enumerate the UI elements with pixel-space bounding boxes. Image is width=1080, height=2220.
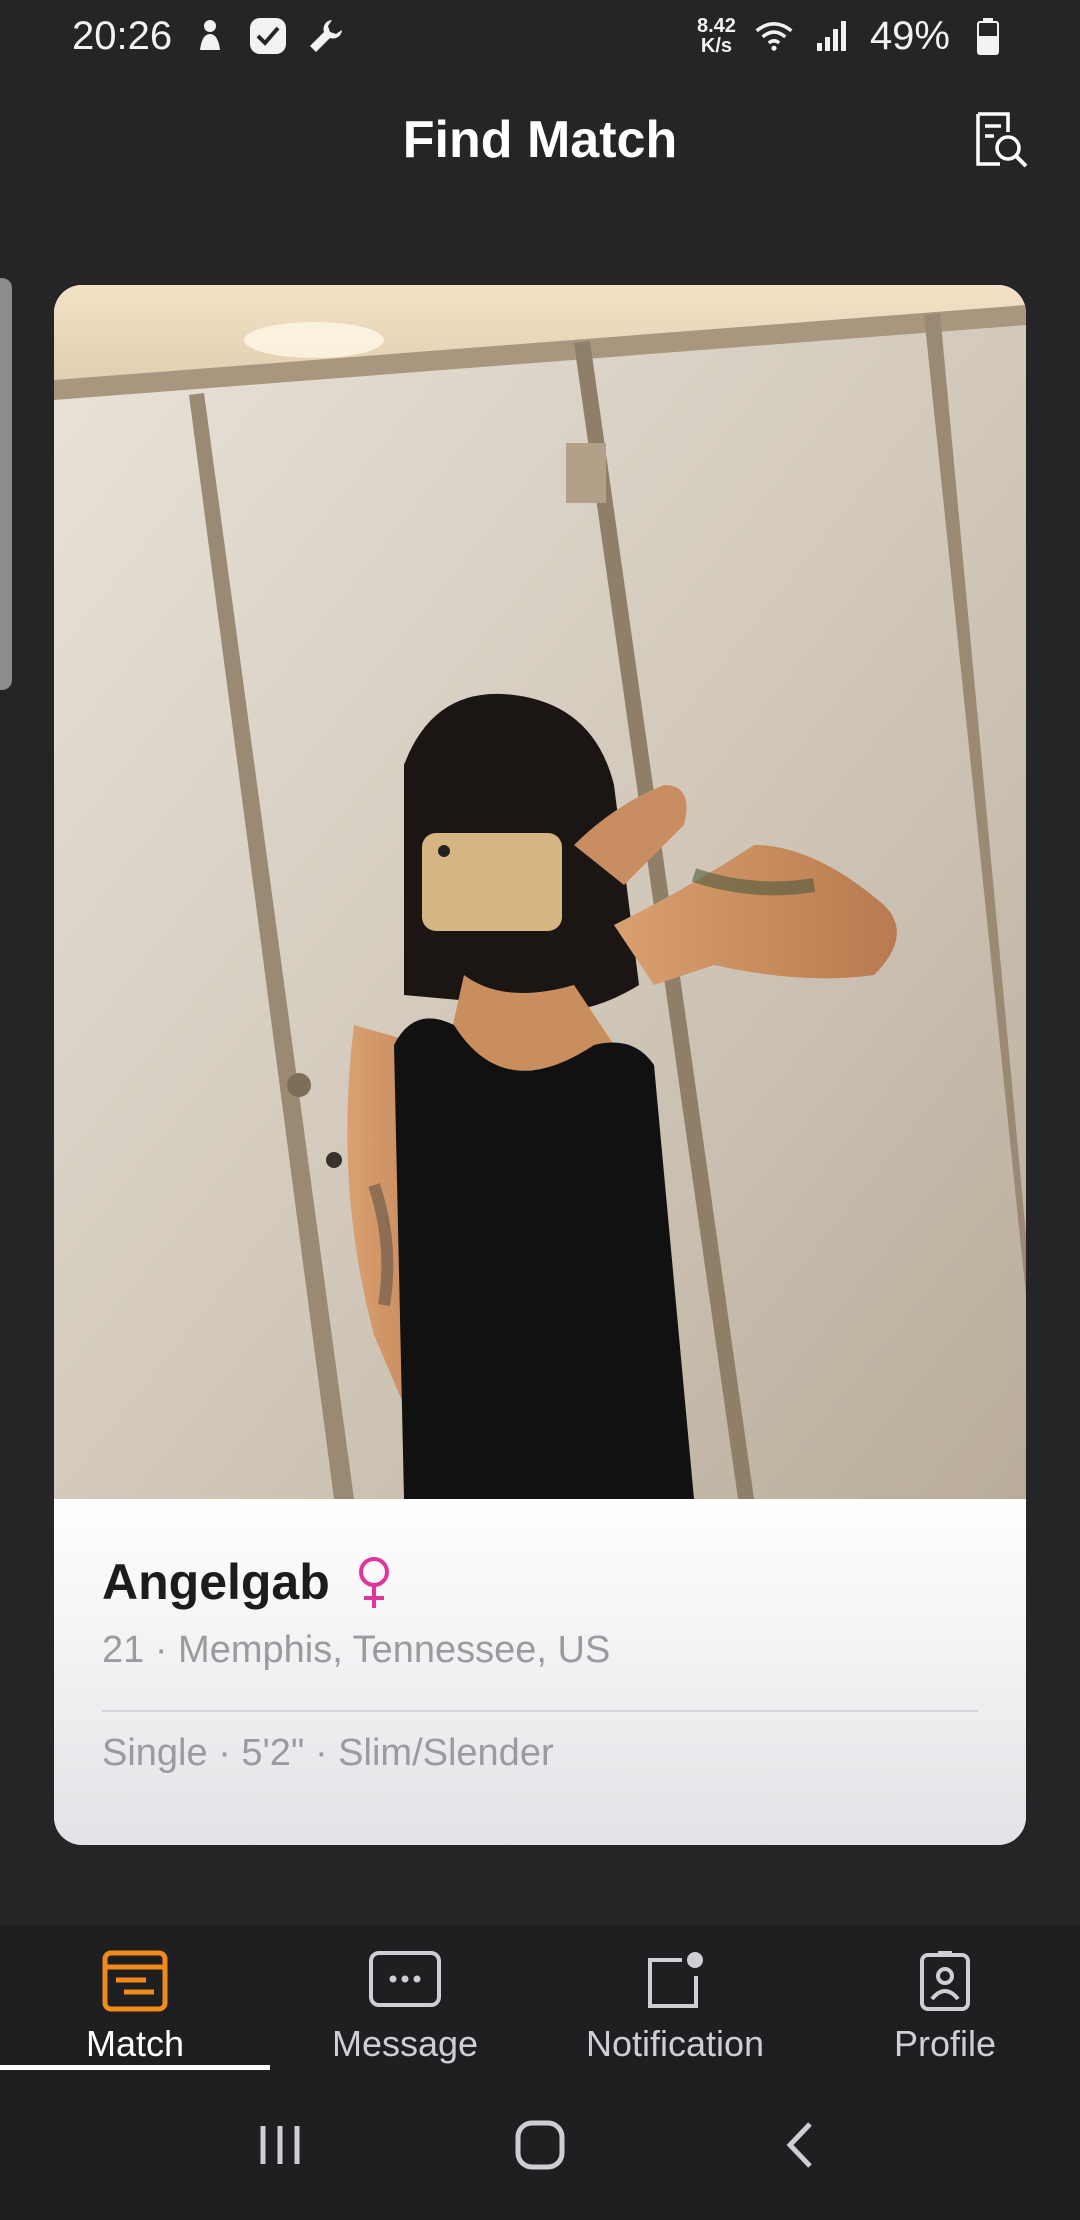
female-icon bbox=[358, 1557, 389, 1608]
back-icon bbox=[786, 2122, 812, 2168]
bottom-nav: Match Message Notification Profile bbox=[0, 1925, 1080, 2070]
tab-profile-label: Profile bbox=[893, 2023, 997, 2064]
edge-panel-handle[interactable] bbox=[0, 278, 12, 690]
tab-message-label: Message bbox=[331, 2023, 479, 2064]
recents-button[interactable] bbox=[240, 2105, 320, 2185]
divider bbox=[102, 1710, 978, 1712]
status-bar: 20:26 8.42 K/s 49% bbox=[0, 0, 1080, 72]
person-icon bbox=[190, 16, 230, 56]
profile-photo bbox=[54, 285, 1026, 1499]
match-icon bbox=[97, 1947, 173, 2015]
profile-card[interactable]: Angelgab 21 · Memphis, Tennessee, US Sin… bbox=[54, 285, 1026, 1845]
tab-notification-label: Notification bbox=[585, 2023, 765, 2064]
battery-percent: 49% bbox=[869, 13, 950, 58]
back-button[interactable] bbox=[760, 2105, 840, 2185]
wrench-icon bbox=[306, 16, 346, 56]
system-nav-bar bbox=[0, 2070, 1080, 2220]
status-right: 8.42 K/s 49% bbox=[697, 14, 1008, 59]
profile-age-location: 21 · Memphis, Tennessee, US bbox=[102, 1629, 611, 1671]
home-icon bbox=[515, 2120, 565, 2170]
status-time: 20:26 bbox=[72, 13, 173, 58]
recents-icon bbox=[260, 2126, 300, 2164]
home-button[interactable] bbox=[500, 2105, 580, 2185]
battery-icon bbox=[968, 16, 1008, 56]
tab-match-label: Match bbox=[85, 2023, 185, 2064]
net-speed-value: 8.42 bbox=[697, 15, 736, 37]
page-title: Find Match bbox=[402, 111, 678, 169]
status-left: 20:26 bbox=[72, 14, 346, 59]
tab-match[interactable]: Match bbox=[0, 1925, 270, 2070]
app-header: Find Match bbox=[0, 80, 1080, 200]
signal-icon bbox=[812, 16, 852, 56]
message-icon bbox=[367, 1947, 443, 2015]
net-speed-unit: K/s bbox=[700, 35, 733, 57]
search-profiles-icon bbox=[976, 112, 1028, 168]
network-speed: 8.42 K/s bbox=[697, 16, 736, 56]
check-icon bbox=[248, 16, 288, 56]
profile-info-panel: Angelgab 21 · Memphis, Tennessee, US Sin… bbox=[54, 1499, 1026, 1845]
profile-attributes: Single · 5'2" · Slim/Slender bbox=[102, 1732, 554, 1774]
search-profiles-button[interactable] bbox=[968, 108, 1032, 172]
notification-icon bbox=[637, 1947, 713, 2015]
tab-profile[interactable]: Profile bbox=[810, 1925, 1080, 2070]
profile-name: Angelgab bbox=[102, 1554, 330, 1610]
profile-icon bbox=[907, 1947, 983, 2015]
name-row: Angelgab bbox=[102, 1553, 978, 1611]
wifi-icon bbox=[754, 16, 794, 56]
tab-message[interactable]: Message bbox=[270, 1925, 540, 2070]
tab-notification[interactable]: Notification bbox=[540, 1925, 810, 2070]
